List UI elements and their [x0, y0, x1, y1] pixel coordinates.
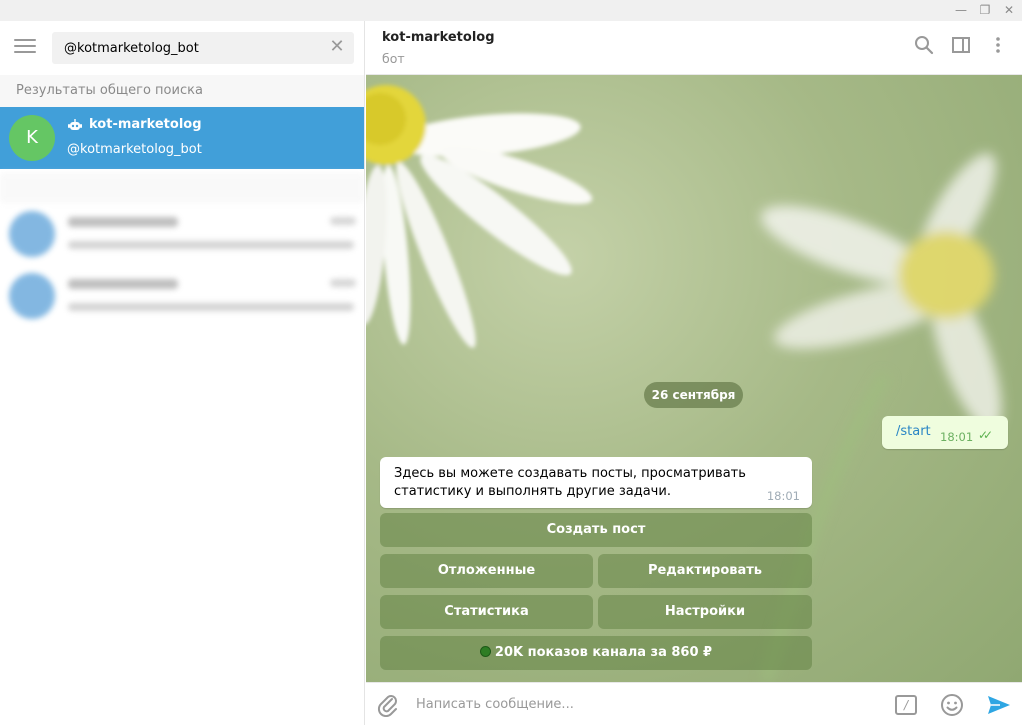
sidebar: ✕ Результаты общего поиска K kot-marketo… — [0, 21, 365, 725]
blurred-title — [68, 217, 178, 227]
result-name: kot-marketolog — [89, 117, 202, 132]
message-composer: / — [366, 682, 1022, 725]
more-options-icon[interactable] — [986, 35, 1010, 59]
chat-title[interactable]: kot-marketolog — [382, 30, 495, 45]
promo-label: 20K показов канала за 860 ₽ — [494, 645, 713, 660]
settings-button[interactable]: Настройки — [598, 595, 812, 629]
chat-header: kot-marketolog бот — [366, 21, 1022, 75]
incoming-message-text: Здесь вы можете создавать посты, просмат… — [394, 466, 746, 499]
blurred-title — [68, 279, 178, 289]
create-post-button[interactable]: Создать пост — [380, 513, 812, 547]
blurred-results — [0, 169, 364, 369]
avatar — [9, 273, 55, 319]
list-item[interactable] — [0, 205, 364, 265]
hamburger-menu-icon[interactable] — [14, 39, 36, 57]
emoji-icon[interactable] — [940, 693, 964, 717]
clear-search-icon[interactable]: ✕ — [328, 38, 346, 56]
promo-button[interactable]: 20K показов канала за 860 ₽ — [380, 636, 812, 670]
bot-icon — [68, 119, 82, 134]
search-box: ✕ — [52, 32, 354, 64]
outgoing-message[interactable]: /start 18:01 ✓✓ — [882, 416, 1008, 449]
avatar — [9, 211, 55, 257]
search-result-kot-marketolog[interactable]: K kot-marketolog @kotmarketolog_bot — [0, 107, 364, 169]
search-icon[interactable] — [912, 35, 936, 59]
message-input[interactable] — [416, 689, 876, 719]
send-icon[interactable] — [986, 693, 1012, 717]
global-results-header: Результаты общего поиска — [0, 75, 364, 107]
scheduled-button[interactable]: Отложенные — [380, 554, 593, 588]
outgoing-message-time: 18:01 — [940, 430, 974, 444]
chamomile-wallpaper — [366, 85, 1002, 682]
window-title-bar: — ❐ ✕ — [0, 0, 1022, 21]
green-circle-icon — [479, 646, 491, 657]
date-separator: 26 сентября — [644, 382, 743, 408]
chat-area: 26 сентября /start 18:01 ✓✓ Здесь вы мож… — [366, 75, 1022, 682]
incoming-message-time: 18:01 — [766, 489, 800, 503]
edit-button[interactable]: Редактировать — [598, 554, 812, 588]
blurred-time — [330, 279, 356, 287]
statistics-button[interactable]: Статистика — [380, 595, 593, 629]
read-checkmarks-icon: ✓✓ — [978, 428, 993, 442]
list-item[interactable] — [0, 267, 364, 327]
close-window-button[interactable]: ✕ — [996, 0, 1022, 21]
sidebar-toggle-icon[interactable] — [949, 35, 973, 59]
result-handle: @kotmarketolog_bot — [67, 142, 202, 157]
outgoing-message-text[interactable]: /start — [896, 424, 931, 439]
blurred-time — [330, 217, 356, 225]
blurred-text — [68, 241, 354, 249]
blurred-section-header — [0, 173, 364, 203]
attach-icon[interactable] — [376, 693, 400, 718]
minimize-button[interactable]: — — [948, 0, 974, 21]
incoming-message[interactable]: Здесь вы можете создавать посты, просмат… — [380, 457, 812, 508]
avatar: K — [9, 115, 55, 161]
maximize-button[interactable]: ❐ — [972, 0, 998, 21]
search-input[interactable] — [64, 32, 324, 64]
chat-subtitle: бот — [382, 51, 405, 66]
bot-commands-icon[interactable]: / — [895, 695, 917, 715]
blurred-text — [68, 303, 354, 311]
